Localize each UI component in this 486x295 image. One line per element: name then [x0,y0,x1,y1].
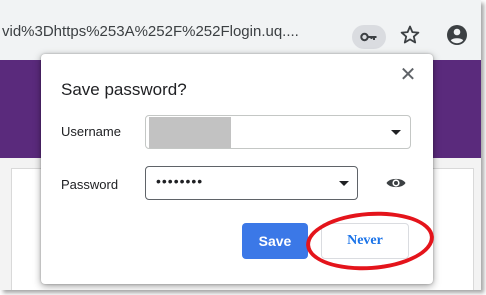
url-text: vid%3Dhttps%253A%252F%252Flogin.uq.... [2,23,299,40]
never-button[interactable]: Never [321,223,409,259]
close-icon[interactable]: ✕ [396,63,420,87]
chevron-down-icon[interactable] [339,181,349,186]
save-button[interactable]: Save [242,223,308,259]
browser-window: vid%3Dhttps%253A%252F%252Flogin.uq.... S… [0,0,481,290]
password-value: •••••••• [156,173,204,189]
chevron-down-icon[interactable] [391,130,401,135]
password-field[interactable]: •••••••• [145,166,358,200]
password-label: Password [61,177,119,192]
browser-toolbar: vid%3Dhttps%253A%252F%252Flogin.uq.... [0,0,481,60]
key-icon[interactable] [352,25,386,49]
star-icon[interactable] [398,23,422,47]
address-bar[interactable]: vid%3Dhttps%253A%252F%252Flogin.uq.... [0,14,404,50]
username-label: Username [61,124,121,139]
username-redacted-value [149,117,231,148]
eye-icon[interactable] [385,175,407,191]
dialog-title: Save password? [61,80,187,99]
save-password-dialog: Save password? ✕ Username Password •••••… [41,54,433,284]
username-field[interactable] [145,115,411,149]
account-circle-icon[interactable] [445,23,469,47]
